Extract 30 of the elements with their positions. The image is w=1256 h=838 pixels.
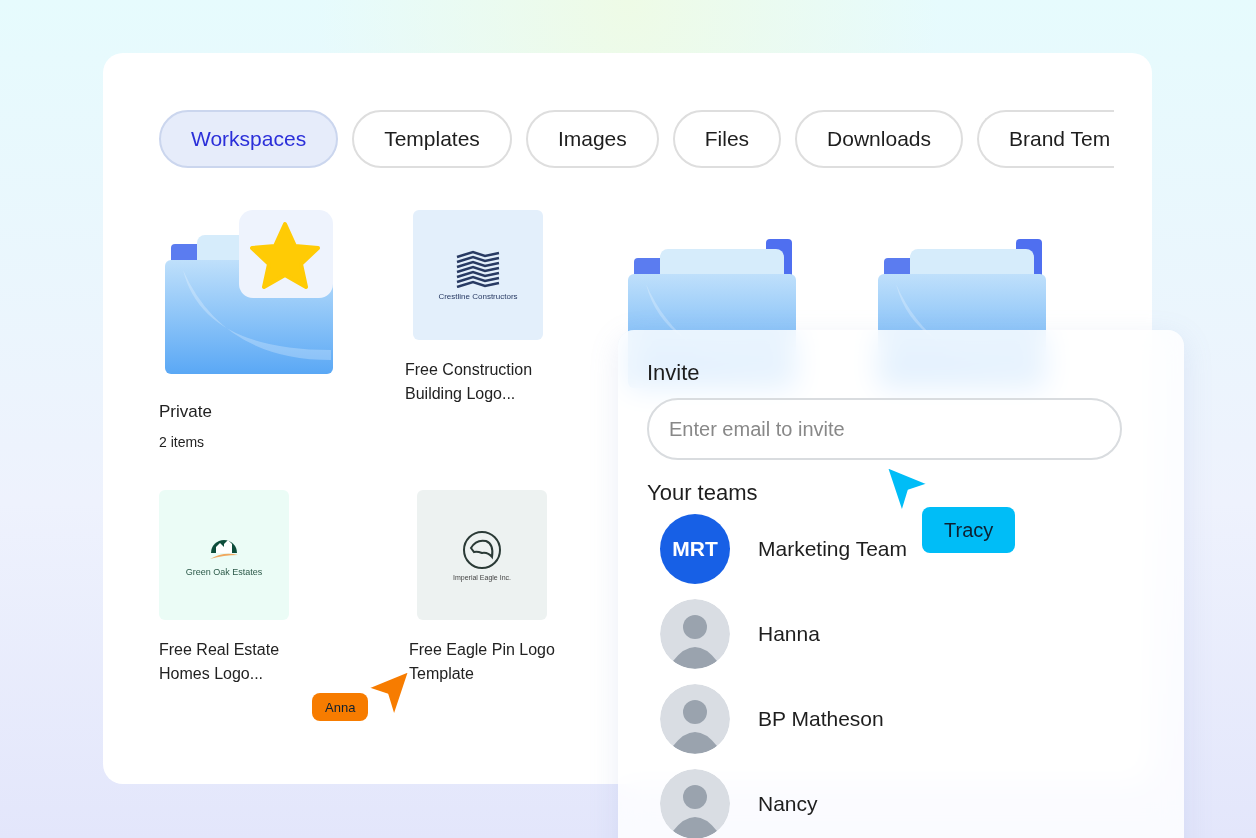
template-thumbnail[interactable]: Green Oak Estates xyxy=(159,490,289,620)
tab[interactable]: Brand Tem xyxy=(977,110,1115,168)
eagle-icon xyxy=(462,529,502,570)
item-count: 2 items xyxy=(159,434,205,450)
member-name[interactable]: Marketing Team xyxy=(758,536,907,561)
tab[interactable]: Templates xyxy=(352,110,512,168)
template-thumbnail[interactable]: Crestline Constructors xyxy=(413,210,543,340)
cursor-name-tag: Tracy xyxy=(922,507,1016,553)
template-title: Free Real Estate Homes Logo... xyxy=(159,640,281,684)
invite-heading: Invite xyxy=(647,360,701,386)
buildings-icon xyxy=(455,249,501,288)
logo-text: Green Oak Estates xyxy=(185,567,263,577)
member-name[interactable]: Hanna xyxy=(758,621,820,646)
email-field[interactable]: Enter email to invite xyxy=(647,398,1122,460)
person-avatar xyxy=(660,683,730,754)
member-name[interactable]: BP Matheson xyxy=(758,706,884,731)
template-title: Free Construction Building Logo... xyxy=(405,360,534,404)
person-avatar xyxy=(660,598,730,669)
person-avatar xyxy=(660,768,730,838)
logo-text: Crestline Constructors xyxy=(438,291,518,301)
member-name[interactable]: Nancy xyxy=(758,791,818,816)
tab[interactable]: Workspaces xyxy=(159,110,339,168)
tab[interactable]: Images xyxy=(525,110,659,168)
teams-heading: Your teams xyxy=(647,480,759,506)
team-avatar: MRT xyxy=(660,513,730,584)
cursor-name-tag: Anna xyxy=(312,693,369,721)
template-title: Free Eagle Pin Logo Template xyxy=(409,640,556,684)
tab[interactable]: Downloads xyxy=(795,110,963,168)
folder-title: Private xyxy=(159,402,212,422)
tab[interactable]: Files xyxy=(672,110,782,168)
